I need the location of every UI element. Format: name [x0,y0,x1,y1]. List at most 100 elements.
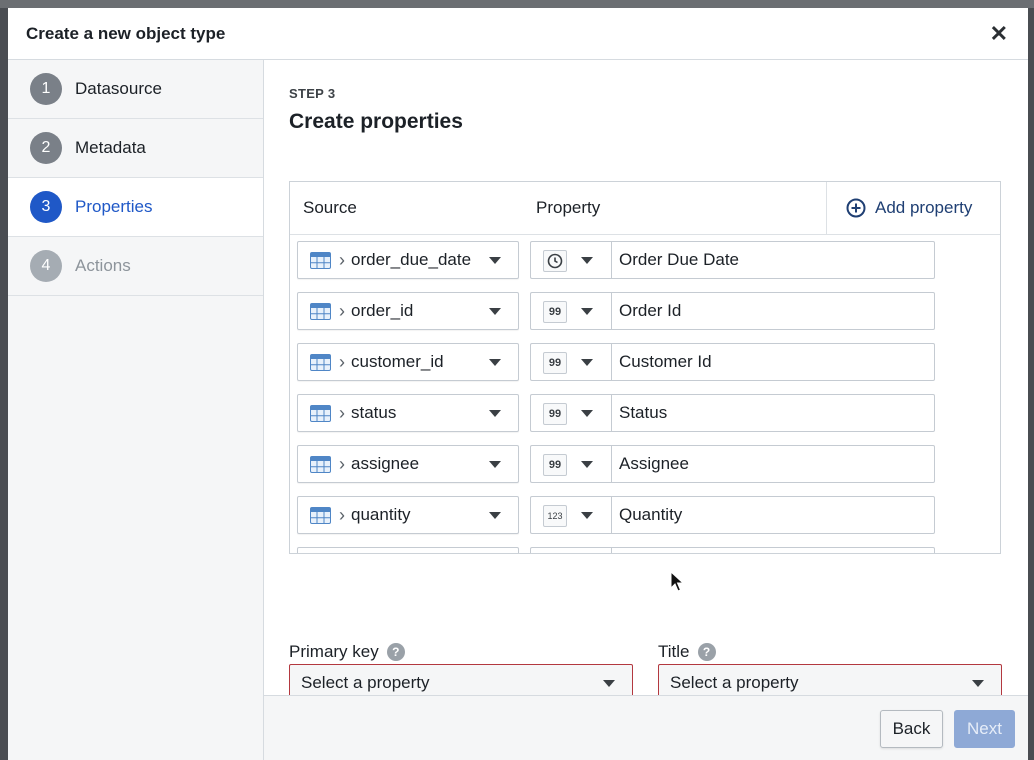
step-label: Metadata [75,138,146,157]
chevron-down-icon [581,512,593,519]
chevron-down-icon [489,512,501,519]
plus-circle-icon [846,198,866,218]
close-icon[interactable]: ✕ [990,22,1008,45]
back-button[interactable]: Back [880,710,943,748]
dialog-header: Create a new object type ✕ [8,8,1028,60]
property-name-input[interactable] [611,292,935,330]
step-datasource[interactable]: 1 Datasource [8,60,263,119]
source-column-name: order_due_date [351,250,472,269]
step-label: Properties [75,197,153,216]
table-icon [310,251,331,269]
type-glyph: 99 [548,408,562,420]
type-glyph: 99 [548,459,562,471]
next-button: Next [954,710,1015,748]
chevron-down-icon [603,680,615,687]
source-column-select[interactable]: › status [297,394,519,432]
source-column-select[interactable]: › customer_id [297,343,519,381]
chevron-right-icon: › [339,505,345,525]
step-properties[interactable]: 3 Properties [8,178,263,237]
source-column-select[interactable]: › order_due_date [297,241,519,279]
chevron-right-icon: › [339,352,345,372]
chevron-right-icon: › [339,403,345,423]
property-name-input[interactable] [611,496,935,534]
table-row: › customer_id 99 [290,337,1000,388]
mouse-cursor-icon [670,571,684,592]
step-number: 3 [30,191,62,223]
primary-key-label: Primary key [289,642,379,661]
table-row: › assignee 99 [290,439,1000,490]
source-column-select[interactable]: › order_id [297,292,519,330]
type-glyph: 123 [547,511,563,521]
step-label: Actions [75,256,131,275]
table-header: Source Property Add property [290,182,1000,235]
title-value: Select a property [670,673,799,692]
add-property-button[interactable]: Add property [826,182,1000,234]
chevron-down-icon [581,410,593,417]
create-object-type-dialog: Create a new object type ✕ 1 Datasource … [8,8,1028,760]
source-column-select[interactable] [297,547,519,553]
page-title: Create properties [289,110,463,133]
source-column-select[interactable]: › assignee [297,445,519,483]
chevron-down-icon [489,461,501,468]
table-row: › status 99 [290,388,1000,439]
steps-sidebar: 1 Datasource 2 Metadata 3 Properties 4 A… [8,60,264,760]
dialog-footer: Back Next [264,695,1028,760]
dialog-body: 1 Datasource 2 Metadata 3 Properties 4 A… [8,60,1028,760]
table-row: › order_due_date [290,235,1000,286]
source-column-name: customer_id [351,352,444,371]
step-number: 2 [30,132,62,164]
number-icon: 123 [543,505,567,527]
property-name-input[interactable] [611,547,935,553]
property-type-select[interactable] [530,547,612,553]
property-type-select[interactable]: 99 [530,445,612,483]
source-column-name: order_id [351,301,414,320]
property-name-input[interactable] [611,241,935,279]
property-rows: › order_due_date › order_id 99 › customer_id 99… [290,235,1000,553]
primary-key-label-group: Primary key ? [289,642,405,662]
chevron-down-icon [581,257,593,264]
source-column-name: assignee [351,454,420,473]
add-property-label: Add property [875,198,973,217]
primary-key-value: Select a property [301,673,430,692]
step-content: STEP 3 Create properties Source Property… [264,60,1028,760]
source-column-select[interactable]: › quantity [297,496,519,534]
type-glyph: 99 [548,306,562,318]
chevron-down-icon [581,308,593,315]
table-icon [310,302,331,320]
step-number: 4 [30,250,62,282]
type-glyph: 99 [548,357,562,369]
property-name-input[interactable] [611,445,935,483]
quote-icon: 99 [543,403,567,425]
source-column-name: quantity [351,505,411,524]
property-type-select[interactable]: 99 [530,343,612,381]
chevron-down-icon [581,359,593,366]
property-name-input[interactable] [611,394,935,432]
source-column-name: status [351,403,397,422]
step-metadata[interactable]: 2 Metadata [8,119,263,178]
help-icon[interactable]: ? [386,643,405,661]
step-actions: 4 Actions [8,237,263,296]
table-icon [310,506,331,524]
property-column-header: Property [536,198,601,217]
property-type-select[interactable]: 123 [530,496,612,534]
chevron-down-icon [581,461,593,468]
quote-icon: 99 [543,301,567,323]
chevron-down-icon [489,257,501,264]
help-icon[interactable]: ? [697,643,716,661]
chevron-down-icon [489,308,501,315]
properties-table: Source Property Add property › order_due_… [289,181,1001,554]
chevron-down-icon [489,359,501,366]
title-label-group: Title ? [658,642,716,662]
chevron-down-icon [489,410,501,417]
clock-icon [543,250,567,272]
property-type-select[interactable]: 99 [530,292,612,330]
table-icon [310,455,331,473]
property-name-input[interactable] [611,343,935,381]
quote-icon: 99 [543,352,567,374]
property-type-select[interactable] [530,241,612,279]
table-row: › quantity 123 [290,490,1000,541]
table-icon [310,404,331,422]
property-type-select[interactable]: 99 [530,394,612,432]
background-page [0,0,1034,8]
chevron-right-icon: › [339,301,345,321]
